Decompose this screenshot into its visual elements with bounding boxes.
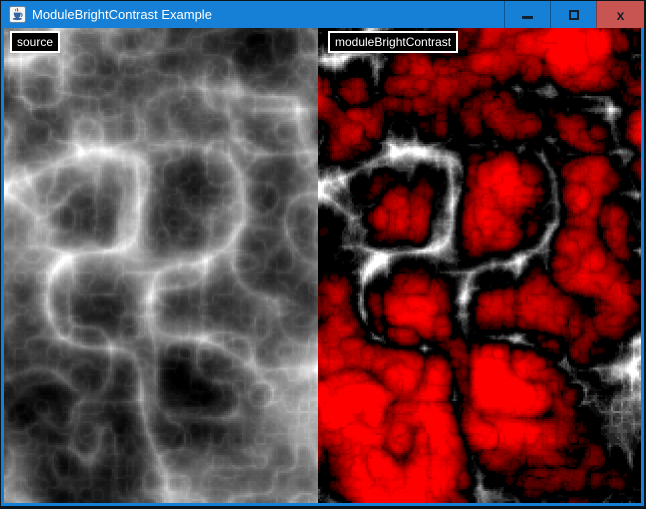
window-title: ModuleBrightContrast Example	[32, 7, 504, 22]
source-image-canvas	[4, 28, 318, 503]
maximize-icon	[569, 10, 579, 20]
processed-image-canvas	[318, 28, 641, 503]
maximize-button[interactable]	[550, 1, 596, 28]
minimize-button[interactable]	[504, 1, 550, 28]
source-image-panel: source	[4, 28, 318, 503]
processed-label: moduleBrightContrast	[328, 31, 458, 53]
close-button[interactable]: x	[596, 1, 644, 28]
close-icon: x	[617, 8, 625, 22]
processed-image-panel: moduleBrightContrast	[318, 28, 641, 503]
source-label: source	[10, 31, 60, 53]
java-coffee-cup-icon[interactable]	[9, 6, 26, 23]
processed-label-text: moduleBrightContrast	[335, 35, 451, 49]
minimize-icon	[522, 16, 533, 19]
content-area: source moduleBrightContrast	[4, 28, 641, 503]
titlebar[interactable]: ModuleBrightContrast Example x	[1, 1, 644, 28]
app-window: ModuleBrightContrast Example x source mo…	[0, 0, 646, 509]
source-label-text: source	[17, 35, 53, 49]
window-controls: x	[504, 1, 644, 28]
